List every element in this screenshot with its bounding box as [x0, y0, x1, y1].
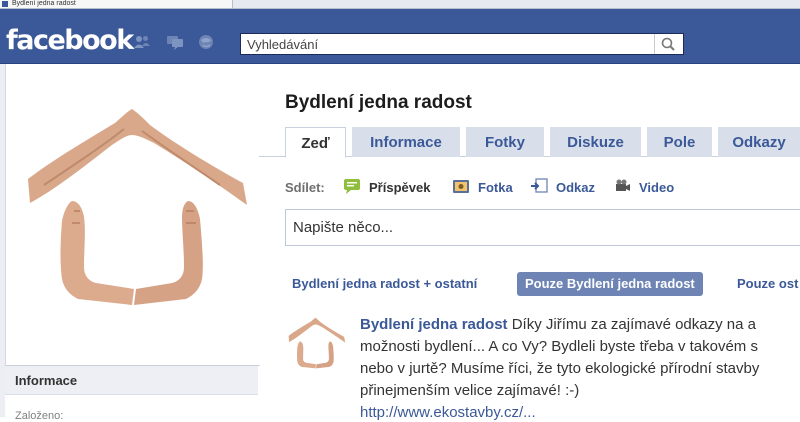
filter-page-only[interactable]: Pouze Bydlení jedna radost — [517, 272, 703, 296]
info-box: Informace Založeno: — [5, 365, 260, 422]
tab-wall[interactable]: Zeď — [285, 127, 346, 158]
tab-info[interactable]: Informace — [352, 127, 460, 157]
tab-links[interactable]: Odkazy — [718, 127, 800, 157]
browser-tab[interactable]: Bydlení jedna radost — [0, 0, 233, 8]
info-title[interactable]: Informace — [15, 373, 77, 388]
composer-box[interactable] — [285, 209, 800, 246]
info-header: Informace — [5, 366, 258, 395]
messages-icon[interactable] — [166, 34, 184, 50]
friends-icon[interactable] — [133, 34, 151, 50]
share-label: Sdílet: — [285, 180, 325, 195]
founded-label: Založeno: — [15, 410, 64, 422]
post-text-line: Díky Jiřímu za zajímavé odkazy na a — [511, 316, 756, 333]
post-body: Bydlení jedna radost Díky Jiřímu za zají… — [360, 314, 800, 402]
post-link[interactable]: http://www.ekostavby.cz/... — [360, 404, 536, 421]
post-author-avatar[interactable] — [285, 313, 347, 375]
share-bar: Sdílet: Příspěvek Fotka Odkaz Video — [285, 176, 800, 198]
share-photo[interactable]: Fotka — [478, 180, 513, 195]
tab-poll[interactable]: Pole — [647, 127, 712, 157]
avatar-image — [288, 317, 346, 369]
post-text-line: přinejmenším velice zajímavé! :-) — [360, 382, 580, 399]
filter-page-and-others[interactable]: Bydlení jedna radost + ostatní — [292, 272, 477, 296]
tab-photos[interactable]: Fotky — [466, 127, 544, 157]
share-video[interactable]: Video — [639, 180, 674, 195]
search-button[interactable] — [654, 34, 683, 54]
share-link[interactable]: Odkaz — [556, 180, 595, 195]
share-status[interactable]: Příspěvek — [369, 180, 430, 195]
browser-tab-title: Bydlení jedna radost — [12, 0, 76, 7]
post-text-line: možnosti bydlení... A co Vy? Bydleli bys… — [360, 338, 758, 355]
facebook-logo[interactable]: facebook — [6, 25, 134, 57]
filter-others-only[interactable]: Pouze ost — [737, 272, 798, 296]
top-bar: facebook — [0, 9, 800, 64]
photo-icon — [453, 180, 469, 193]
page-title: Bydlení jedna radost — [285, 92, 472, 113]
notifications-icon[interactable] — [197, 34, 215, 50]
search-box[interactable] — [240, 33, 684, 55]
post-author-link[interactable]: Bydlení jedna radost — [360, 316, 508, 333]
link-icon — [531, 178, 548, 193]
search-icon — [661, 37, 675, 51]
browser-tab-strip: Bydlení jedna radost — [0, 0, 800, 9]
search-input[interactable] — [241, 34, 669, 54]
profile-picture[interactable] — [14, 93, 254, 328]
post-text-line: nebo v jurtě? Musíme říci, že tyto ekolo… — [360, 360, 760, 377]
video-icon — [616, 179, 630, 191]
post-line-1: Bydlení jedna radost Díky Jiřímu za zají… — [360, 314, 800, 336]
status-icon — [344, 179, 360, 194]
tab-discussions[interactable]: Diskuze — [550, 127, 641, 157]
favicon-icon — [2, 1, 8, 7]
composer-input[interactable] — [286, 210, 800, 245]
hands-house-image — [28, 109, 247, 305]
